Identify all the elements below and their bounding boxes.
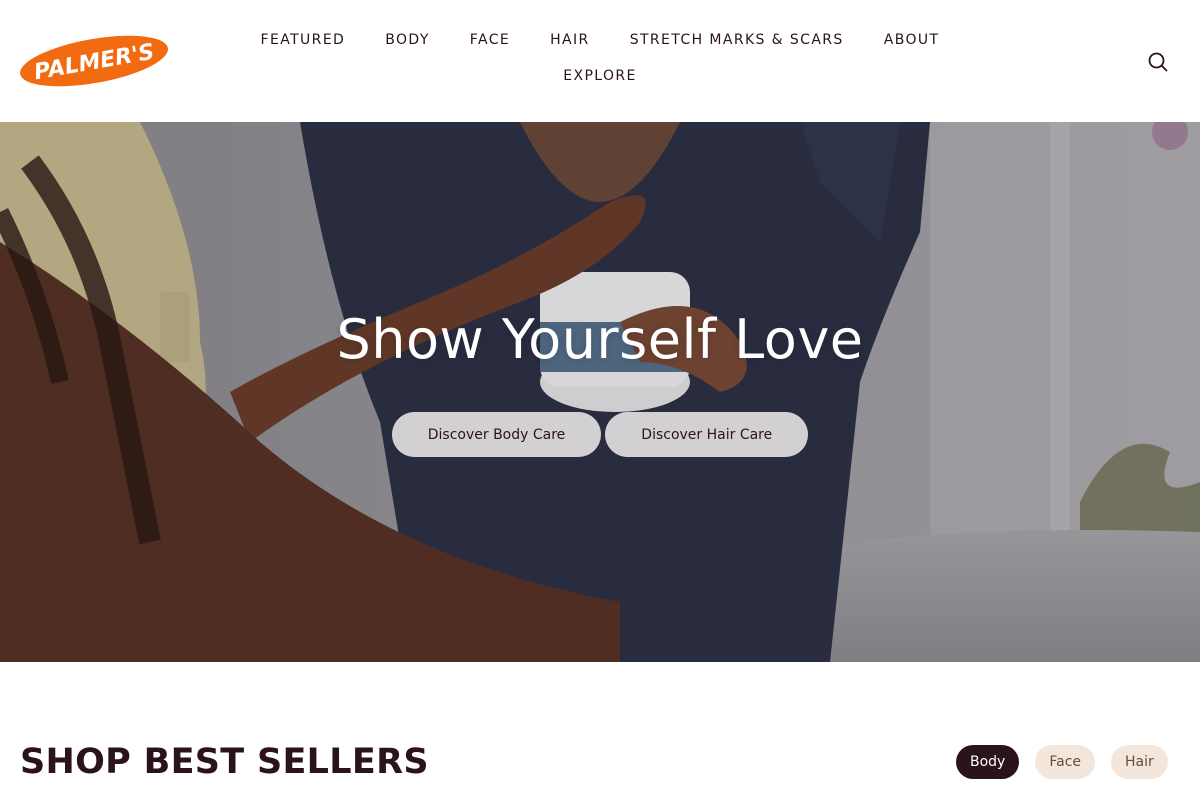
- nav-item-hair[interactable]: HAIR: [530, 24, 610, 60]
- hero-cta-group: Discover Body Care Discover Hair Care: [0, 412, 1200, 457]
- best-sellers-category-tabs: Body Face Hair: [956, 745, 1168, 779]
- hero-title: Show Yourself Love: [336, 308, 864, 371]
- nav-item-face[interactable]: FACE: [450, 24, 530, 60]
- main-nav: FEATURED BODY FACE HAIR STRETCH MARKS & …: [230, 24, 970, 98]
- discover-body-care-button[interactable]: Discover Body Care: [391, 412, 602, 457]
- discover-hair-care-button[interactable]: Discover Hair Care: [605, 412, 809, 457]
- nav-row-primary: FEATURED BODY FACE HAIR STRETCH MARKS & …: [230, 24, 970, 60]
- site-header: PALMER'S FEATURED BODY FACE HAIR STRETCH…: [0, 0, 1200, 122]
- hero-banner: Show Yourself Love Discover Body Care Di…: [0, 122, 1200, 662]
- best-sellers-title: SHOP BEST SELLERS: [20, 742, 429, 782]
- nav-row-secondary: EXPLORE: [230, 60, 970, 98]
- tab-body[interactable]: Body: [956, 745, 1020, 779]
- palmers-logo[interactable]: PALMER'S: [18, 34, 172, 88]
- tab-hair[interactable]: Hair: [1111, 745, 1168, 779]
- nav-item-stretch-marks-scars[interactable]: STRETCH MARKS & SCARS: [610, 24, 864, 60]
- search-button[interactable]: [1146, 50, 1170, 74]
- tab-face[interactable]: Face: [1035, 745, 1096, 779]
- nav-item-featured[interactable]: FEATURED: [241, 24, 366, 60]
- nav-item-body[interactable]: BODY: [365, 24, 450, 60]
- nav-item-about[interactable]: ABOUT: [864, 24, 960, 60]
- search-icon: [1148, 52, 1168, 72]
- hero-background-image: [0, 122, 1200, 662]
- nav-item-explore[interactable]: EXPLORE: [543, 60, 657, 98]
